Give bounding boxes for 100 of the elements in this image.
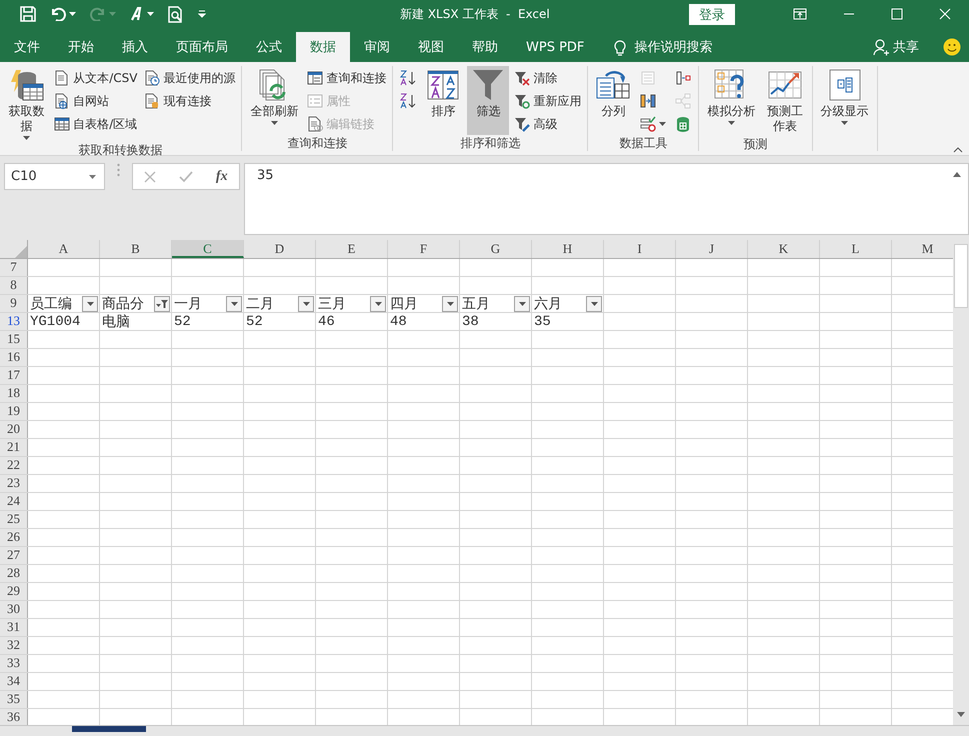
insert-function-button[interactable]: fx	[216, 168, 228, 184]
row-header[interactable]: 27	[0, 547, 28, 564]
reapply-filter-icon	[514, 93, 530, 109]
ribbon-tab[interactable]: 开始	[54, 32, 108, 62]
filter-button[interactable]	[82, 296, 98, 312]
column-header[interactable]: H	[532, 240, 604, 258]
column-header[interactable]: I	[604, 240, 676, 258]
font-color-icon[interactable]	[130, 7, 144, 21]
column-header[interactable]: A	[28, 240, 100, 258]
row-header[interactable]: 35	[0, 691, 28, 708]
row-header[interactable]: 25	[0, 511, 28, 528]
ribbon-tab[interactable]: 插入	[108, 32, 162, 62]
column-header[interactable]: D	[244, 240, 316, 258]
ribbon-button[interactable]: 最近使用的源	[142, 67, 238, 89]
ribbon-button[interactable]: 分级显示	[816, 66, 873, 135]
share-button[interactable]: 共享	[893, 38, 919, 56]
column-header[interactable]: F	[388, 240, 460, 258]
filter-button[interactable]	[442, 296, 458, 312]
data-model-icon	[675, 116, 692, 132]
row-header[interactable]: 34	[0, 673, 28, 690]
ribbon-button[interactable]: 自表格/区域	[52, 113, 140, 135]
row-header[interactable]: 29	[0, 583, 28, 600]
ribbon-button[interactable]: 重新应用	[512, 90, 584, 112]
ribbon-tab[interactable]: WPS PDF	[512, 32, 598, 62]
recent-source-icon	[144, 70, 160, 86]
ribbon-button[interactable]: 高级	[512, 113, 584, 135]
ribbon-button[interactable]: 清除	[512, 67, 584, 89]
formula-field[interactable]: 35	[244, 163, 969, 235]
scroll-down-icon[interactable]	[957, 712, 965, 717]
column-header[interactable]: J	[676, 240, 748, 258]
ribbon-button[interactable]: 现有连接	[142, 90, 238, 112]
maximize-icon[interactable]	[891, 8, 903, 20]
row-header[interactable]: 28	[0, 565, 28, 582]
print-preview-icon[interactable]	[168, 6, 184, 22]
ribbon-button[interactable]: 排序	[422, 66, 464, 135]
column-header[interactable]: E	[316, 240, 388, 258]
collapse-formula-icon[interactable]	[953, 172, 961, 177]
ribbon-button[interactable]: 筛选	[467, 66, 510, 135]
row-header[interactable]: 17	[0, 367, 28, 384]
row-header[interactable]: 8	[0, 277, 28, 294]
tell-me-search[interactable]: 操作说明搜索	[634, 38, 712, 56]
row-header[interactable]: 18	[0, 385, 28, 402]
row-header[interactable]: 13	[0, 313, 28, 330]
row-header[interactable]: 30	[0, 601, 28, 618]
row-header[interactable]: 15	[0, 331, 28, 348]
ribbon-button[interactable]: 分列	[592, 66, 634, 135]
row-header[interactable]: 21	[0, 439, 28, 456]
clear-filter-icon	[514, 70, 530, 86]
sort-descending-icon	[400, 93, 416, 109]
scrollbar-thumb[interactable]	[954, 244, 968, 308]
filter-button[interactable]	[370, 296, 386, 312]
ribbon-button[interactable]: 自网站	[52, 90, 140, 112]
ribbon-tab[interactable]: 视图	[404, 32, 458, 62]
ribbon-button[interactable]: 从文本/CSV	[52, 67, 140, 89]
filter-button[interactable]	[154, 296, 170, 312]
ribbon-tab[interactable]: 数据	[296, 32, 350, 62]
save-icon[interactable]	[20, 6, 36, 22]
row-header[interactable]: 32	[0, 637, 28, 654]
close-icon[interactable]	[939, 8, 951, 20]
row-header[interactable]: 20	[0, 421, 28, 438]
row-header[interactable]: 23	[0, 475, 28, 492]
properties-icon	[307, 93, 324, 109]
customize-icon[interactable]	[198, 10, 206, 18]
row-header[interactable]: 24	[0, 493, 28, 510]
row-header[interactable]: 36	[0, 709, 28, 725]
ribbon-button[interactable]: 全部刷新	[246, 66, 302, 135]
filter-button[interactable]	[298, 296, 314, 312]
column-header[interactable]: L	[820, 240, 892, 258]
column-header[interactable]: K	[748, 240, 820, 258]
row-header[interactable]: 9	[0, 295, 28, 312]
undo-icon[interactable]	[50, 7, 66, 21]
filter-button[interactable]	[586, 296, 602, 312]
web-page-icon	[54, 93, 70, 109]
filter-button[interactable]	[514, 296, 530, 312]
row-header[interactable]: 19	[0, 403, 28, 420]
filter-button[interactable]	[226, 296, 242, 312]
row-header[interactable]: 7	[0, 259, 28, 276]
ribbon-button[interactable]: 获取数据	[4, 66, 50, 142]
ribbon-button[interactable]: 模拟分析	[703, 66, 760, 136]
row-header[interactable]: 22	[0, 457, 28, 474]
ribbon-button[interactable]: 预测工作表	[762, 66, 808, 136]
existing-connection-icon	[144, 93, 160, 109]
table-cell-text: 一月	[174, 296, 202, 312]
ribbon-tab[interactable]: 审阅	[350, 32, 404, 62]
ribbon-tab[interactable]: 文件	[0, 32, 54, 62]
ribbon-tab[interactable]: 页面布局	[162, 32, 242, 62]
row-header[interactable]: 26	[0, 529, 28, 546]
name-box[interactable]: C10	[4, 163, 105, 190]
ribbon-tab[interactable]: 公式	[242, 32, 296, 62]
ribbon-tab[interactable]: 帮助	[458, 32, 512, 62]
column-header[interactable]: C	[172, 240, 244, 258]
column-header[interactable]: G	[460, 240, 532, 258]
login-button[interactable]: 登录	[689, 4, 735, 24]
row-header[interactable]: 16	[0, 349, 28, 366]
smiley-icon[interactable]	[943, 38, 961, 56]
row-header[interactable]: 33	[0, 655, 28, 672]
ribbon-display-icon[interactable]	[793, 8, 807, 20]
row-header[interactable]: 31	[0, 619, 28, 636]
ribbon-button[interactable]: 查询和连接	[305, 67, 388, 89]
collapse-ribbon-icon[interactable]	[953, 147, 963, 153]
